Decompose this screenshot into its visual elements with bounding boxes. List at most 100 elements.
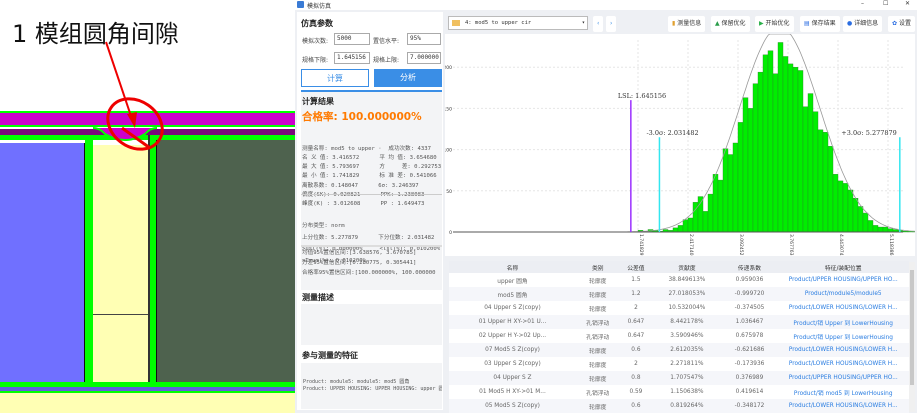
table-cell: 轮廓度 (575, 343, 620, 357)
histogram-bar (672, 227, 679, 233)
histogram-bar (702, 211, 709, 233)
histogram-bar (797, 70, 804, 233)
pass-rate-ci: 合格率95%置信区间:[100.000000%, 100.000000 (302, 270, 436, 276)
feature-link[interactable]: Product/LOWER HOUSING/LOWER H... (777, 301, 909, 315)
calculate-button[interactable]: 计算 (301, 69, 369, 87)
save-results-button[interactable]: ▤ 保存结果 (800, 16, 840, 32)
table-cell: 0.8 (619, 371, 653, 385)
table-cell: -0.374505 (734, 305, 765, 311)
results-heading: 计算结果 (302, 97, 334, 106)
column-header[interactable]: 特征/装配位置 (777, 261, 909, 273)
y-tick-label: 50 (446, 189, 452, 195)
table-cell: 轮廓度 (575, 399, 620, 413)
table-cell: mod5 圆角 (449, 287, 576, 301)
histogram-bar (742, 97, 749, 233)
table-scrollbar[interactable] (909, 262, 915, 412)
x-tick-label: 3.092452 (738, 234, 744, 256)
feature-link[interactable]: Product/销 Upper 到 LowerHousing (777, 315, 909, 329)
prev-button[interactable]: ‹ (593, 16, 604, 32)
sim-count-input[interactable]: 5000 (334, 33, 370, 45)
x-tick-label: 3.767763 (788, 234, 794, 256)
minimize-button[interactable]: – (861, 0, 864, 7)
table-cell: 02 Upper H Y->02 Up... (478, 333, 547, 339)
feature-link[interactable]: Product/UPPER HOUSING/UPPER HO... (777, 371, 909, 385)
chat-icon: ● (847, 20, 853, 27)
mean-ci: 均值95%置信区间:[3.638576, 3.670785] (302, 250, 417, 256)
table-row[interactable]: 07 Mod5 S Z(copy) 轮廓度 0.6 2.612035% -0.62168… (449, 343, 909, 357)
table-cell: 04 Upper S Z(copy) (484, 305, 541, 311)
table-cell: 1.707547% (652, 371, 722, 385)
settings-button[interactable]: ✿ 设置 (888, 16, 915, 32)
window-title: 模拟仿真 (307, 3, 332, 10)
table-row[interactable]: upper 圆角 轮廓度 1.5 38.849613% 0.959036 Product/… (449, 273, 909, 287)
table-cell: 0.419614 (735, 389, 764, 395)
next-button[interactable]: › (606, 16, 617, 32)
title-bar: 模拟仿真 – ☐ ✕ (295, 0, 917, 10)
table-row[interactable]: 01 Mod5 H XY->01 M... 孔销浮动 0.59 1.150638% 0.… (449, 385, 909, 399)
feature-link[interactable]: Product/销 mod5 到 LowerHousing (777, 385, 909, 399)
feature-link[interactable]: Product/UPPER HOUSING/UPPER HO... (777, 273, 909, 287)
details-button[interactable]: ● 详细信息 (843, 16, 883, 32)
column-header[interactable]: 类别 (575, 261, 620, 273)
annotation-marks (92, 41, 164, 151)
table-cell: 2.612035% (652, 343, 722, 357)
histogram-bar (777, 42, 784, 233)
table-cell: 轮廓度 (589, 306, 607, 313)
table-row[interactable]: 01 Upper H XY->01 U... 孔销浮动 0.647 8.442178%… (449, 315, 909, 329)
x-tick-label: 2.417140 (688, 234, 694, 256)
contribution-table: 名称 类别 公差值 贡献度 传递系数 特征/装配位置 upper 圆角 轮廓度 1.5 38.8… (449, 261, 909, 413)
column-header[interactable]: 公差值 (619, 261, 653, 273)
histogram-bar (762, 54, 769, 233)
simulation-window: 模拟仿真 – ☐ ✕ 仿真参数 模拟次数: 5000 置信水平: 95% 规格下… (295, 0, 917, 413)
column-header[interactable]: 名称 (449, 261, 576, 273)
column-header[interactable]: 传递系数 (721, 261, 778, 273)
start-optimize-button[interactable]: ▶ 开始优化 (755, 16, 794, 32)
table-header: 名称 类别 公差值 贡献度 传递系数 特征/装配位置 (449, 261, 909, 273)
table-cell: 10.532004% (668, 305, 706, 311)
feature-link[interactable]: Product/LOWER HOUSING/LOWER H... (777, 399, 909, 413)
measurement-icon (452, 20, 460, 26)
feature-link[interactable]: Product/LOWER HOUSING/LOWER H... (777, 357, 909, 371)
confidence-select[interactable]: 95% (407, 33, 441, 45)
table-row[interactable]: 04 Upper S Z 轮廓度 0.8 1.707547% 0.376989 Produ… (449, 371, 909, 385)
histogram-bar (747, 108, 754, 233)
column-header[interactable]: 贡献度 (652, 261, 722, 273)
table-cell: upper 圆角 (497, 278, 528, 285)
scrollbar-thumb[interactable] (910, 270, 914, 385)
marker-label: LSL: 1.645156 (618, 92, 666, 100)
dropdown-arrow-icon: ▾ (581, 20, 585, 26)
measurement-select[interactable]: 4: mod5 to upper cir ▾ (448, 16, 588, 30)
histogram-bar (752, 83, 759, 233)
table-cell: 1.150638% (670, 389, 704, 395)
table-row[interactable]: mod5 圆角 轮廓度 1.2 27.018053% -0.999720 Product/… (449, 287, 909, 301)
feature-link[interactable]: Product/销 Upper 到 LowerHousing (777, 329, 909, 343)
close-button[interactable]: ✕ (905, 0, 910, 7)
table-cell: 0.59 (629, 389, 643, 395)
analyze-button[interactable]: 分析 (374, 69, 442, 87)
features-list: Product: module5: module5: mod5 圆角 Produc… (301, 363, 442, 409)
features-heading: 参与测量的特征 (302, 351, 358, 360)
histogram-bar (727, 154, 734, 233)
feature-link[interactable]: Product/LOWER HOUSING/LOWER H... (777, 343, 909, 357)
histogram-bar (767, 50, 774, 233)
usl-input[interactable]: 7.000000 (407, 52, 441, 64)
lsl-input[interactable]: 1.645156 (334, 52, 370, 64)
table-cell: 轮廓度 (575, 287, 620, 301)
marker-label: +3.0σ: 5.277879 (841, 129, 897, 137)
table-row[interactable]: 05 Mod5 S Z(copy) 轮廓度 0.6 0.819264% -0.34817… (449, 399, 909, 413)
x-tick-label: 1.741829 (638, 234, 644, 256)
histogram-bar (852, 198, 859, 233)
histogram-bar (722, 148, 729, 233)
table-row[interactable]: 02 Upper H Y->02 Up... 孔销浮动 0.647 3.590946%… (449, 329, 909, 343)
histogram-bar (717, 179, 724, 233)
table-cell: 轮廓度 (589, 278, 607, 285)
keep-optimize-button[interactable]: ▲ 保留优化 (711, 16, 750, 32)
histogram-bar (867, 220, 874, 233)
table-row[interactable]: 04 Upper S Z(copy) 轮廓度 2 10.532004% -0.37450… (449, 301, 909, 315)
table-cell: 孔销浮动 (586, 334, 610, 341)
table-row[interactable]: 03 Upper S Z(copy) 轮廓度 2 2.271811% -0.173936… (449, 357, 909, 371)
maximize-button[interactable]: ☐ (883, 0, 888, 7)
measure-info-button[interactable]: ▮ 测量信息 (668, 16, 706, 32)
description-textarea[interactable] (301, 304, 442, 345)
feature-link[interactable]: Product/module5/module5 (777, 287, 909, 301)
